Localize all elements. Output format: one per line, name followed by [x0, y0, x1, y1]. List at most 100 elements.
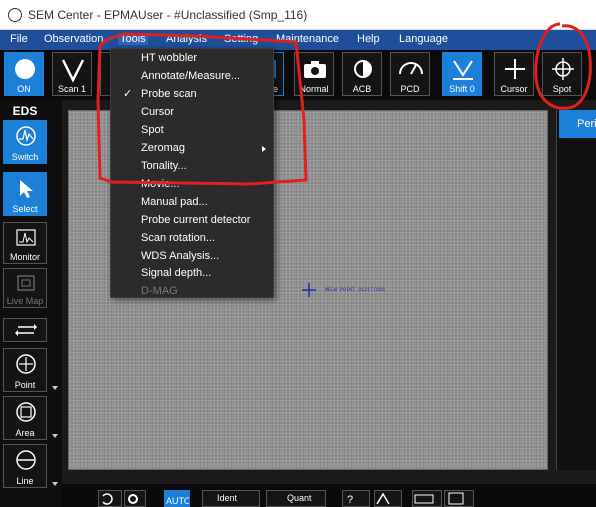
- menu-analysis[interactable]: Analysis: [166, 33, 207, 45]
- monitor-spectrum-icon: [16, 229, 36, 246]
- menu-item-wds-analysis[interactable]: WDS Analysis...: [111, 248, 273, 266]
- area-circle-icon: [16, 402, 36, 422]
- acb-label: ACB: [352, 84, 372, 94]
- menu-item-ht-wobbler[interactable]: HT wobbler: [111, 50, 273, 68]
- menu-setting[interactable]: Setting: [224, 33, 258, 45]
- arrow-pointer-icon: [20, 180, 33, 198]
- peri-tab[interactable]: Peri: [559, 110, 596, 138]
- menu-item-label: Probe scan: [141, 88, 197, 100]
- monitor-button[interactable]: Monitor: [3, 222, 47, 264]
- point-crosshair-icon: [16, 354, 36, 374]
- menu-item-cursor[interactable]: Cursor: [111, 104, 273, 122]
- spectrum-circle-icon: [16, 126, 36, 146]
- menu-item-label: Tonality...: [141, 160, 187, 172]
- point-marker-icon[interactable]: [302, 283, 316, 297]
- svg-text:?: ?: [347, 494, 353, 505]
- map-button[interactable]: [444, 490, 474, 507]
- area-label: Area: [15, 428, 35, 438]
- right-panel: Peri: [556, 110, 596, 470]
- shift-button[interactable]: Shift 0: [442, 52, 482, 96]
- submenu-arrow-icon: [262, 146, 266, 152]
- swap-button[interactable]: [3, 318, 47, 342]
- switch-label: Switch: [11, 152, 39, 162]
- select-button[interactable]: Select: [3, 172, 47, 216]
- normal-button[interactable]: Normal: [294, 52, 334, 96]
- menu-item-label: Manual pad...: [141, 196, 208, 208]
- checkmark-icon: ✓: [123, 88, 133, 100]
- menu-item-probe-current-detector[interactable]: Probe current detector: [111, 212, 273, 230]
- line-label: Line: [16, 476, 34, 486]
- peak-button[interactable]: [374, 490, 402, 507]
- menu-item-signal-depth[interactable]: Signal depth...: [111, 265, 273, 283]
- ident-button[interactable]: Ident: [202, 490, 260, 507]
- spot-crosshair-icon: [552, 58, 574, 80]
- shift-beam-icon: [453, 60, 473, 80]
- beam-on-button[interactable]: ON: [4, 52, 44, 96]
- area-button[interactable]: Area: [3, 396, 47, 440]
- scan-v-icon: [61, 59, 85, 83]
- point-button[interactable]: Point: [3, 348, 47, 392]
- menu-item-manual-pad[interactable]: Manual pad...: [111, 194, 273, 212]
- grid-icon: [414, 494, 434, 504]
- menu-item-d-mag: D-MAG: [111, 283, 273, 301]
- menu-language[interactable]: Language: [399, 33, 448, 45]
- menu-item-label: Movie...: [141, 178, 180, 190]
- cursor-label: Cursor: [500, 84, 528, 94]
- live-map-label: Live Map: [6, 296, 44, 306]
- menu-item-label: D-MAG: [141, 285, 178, 297]
- quant-label: Quant: [287, 493, 312, 503]
- grid-button[interactable]: [412, 490, 442, 507]
- power-circle-icon: [15, 59, 35, 79]
- point-label: Point: [14, 380, 36, 390]
- menu-item-annotate-measure[interactable]: Annotate/Measure...: [111, 68, 273, 86]
- quant-button[interactable]: Quant: [266, 490, 326, 507]
- acb-button[interactable]: ACB: [342, 52, 382, 96]
- menu-item-label: HT wobbler: [141, 52, 198, 64]
- auto-button[interactable]: AUTO: [164, 490, 190, 507]
- spot-label: Spot: [552, 84, 572, 94]
- undo-arrow-icon: [102, 493, 113, 505]
- pcd-button[interactable]: PCD: [390, 52, 430, 96]
- scan1-button[interactable]: Scan 1: [52, 52, 92, 96]
- menu-item-label: Cursor: [141, 106, 175, 118]
- crosshair-plus-icon: [505, 59, 525, 79]
- menu-item-scan-rotation[interactable]: Scan rotation...: [111, 230, 273, 248]
- menu-item-zeromag[interactable]: Zeromag: [111, 140, 273, 158]
- menu-item-label: Signal depth...: [141, 267, 212, 279]
- live-map-button[interactable]: Live Map: [3, 268, 47, 308]
- help-query-button[interactable]: ?: [342, 490, 370, 507]
- gear-icon: [128, 494, 138, 504]
- menu-item-label: Annotate/Measure...: [141, 70, 241, 82]
- menu-item-label: Zeromag: [141, 142, 186, 154]
- menu-tools[interactable]: Tools: [118, 33, 148, 45]
- monitor-label: Monitor: [9, 252, 40, 262]
- menu-item-tonality[interactable]: Tonality...: [111, 158, 273, 176]
- menu-file[interactable]: File: [10, 33, 28, 45]
- menu-observation[interactable]: Observation: [44, 33, 103, 45]
- menu-maintenance[interactable]: Maintenance: [276, 33, 339, 45]
- spot-button[interactable]: Spot: [542, 52, 582, 96]
- line-dropdown-icon[interactable]: [52, 482, 58, 486]
- scan1-label: Scan 1: [57, 84, 87, 94]
- eds-title: EDS: [12, 104, 38, 118]
- undo-button[interactable]: [98, 490, 122, 507]
- menu-item-movie[interactable]: Movie...: [111, 176, 273, 194]
- area-dropdown-icon[interactable]: [52, 434, 58, 438]
- point-dropdown-icon[interactable]: [52, 386, 58, 390]
- menu-item-spot[interactable]: Spot: [111, 122, 273, 140]
- line-button[interactable]: Line: [3, 444, 47, 488]
- menu-help[interactable]: Help: [357, 33, 380, 45]
- switch-button[interactable]: Switch: [3, 120, 47, 164]
- line-circle-icon: [16, 450, 36, 470]
- menu-item-probe-scan[interactable]: ✓ Probe scan: [111, 86, 273, 104]
- swap-arrows-icon: [15, 324, 37, 336]
- settings-button[interactable]: [124, 490, 146, 507]
- main-toolbar: ON Scan 1 S Freeze Normal ACB PCD Shift …: [0, 50, 596, 100]
- title-bar: SEM Center - EPMAUser - #Unclassified (S…: [0, 0, 596, 30]
- gauge-icon: [399, 62, 423, 75]
- checker-icon: [448, 492, 464, 505]
- app-logo-icon: [8, 8, 22, 22]
- menu-item-label: Scan rotation...: [141, 232, 215, 244]
- auto-label: AUTO: [166, 496, 190, 506]
- cursor-button[interactable]: Cursor: [494, 52, 534, 96]
